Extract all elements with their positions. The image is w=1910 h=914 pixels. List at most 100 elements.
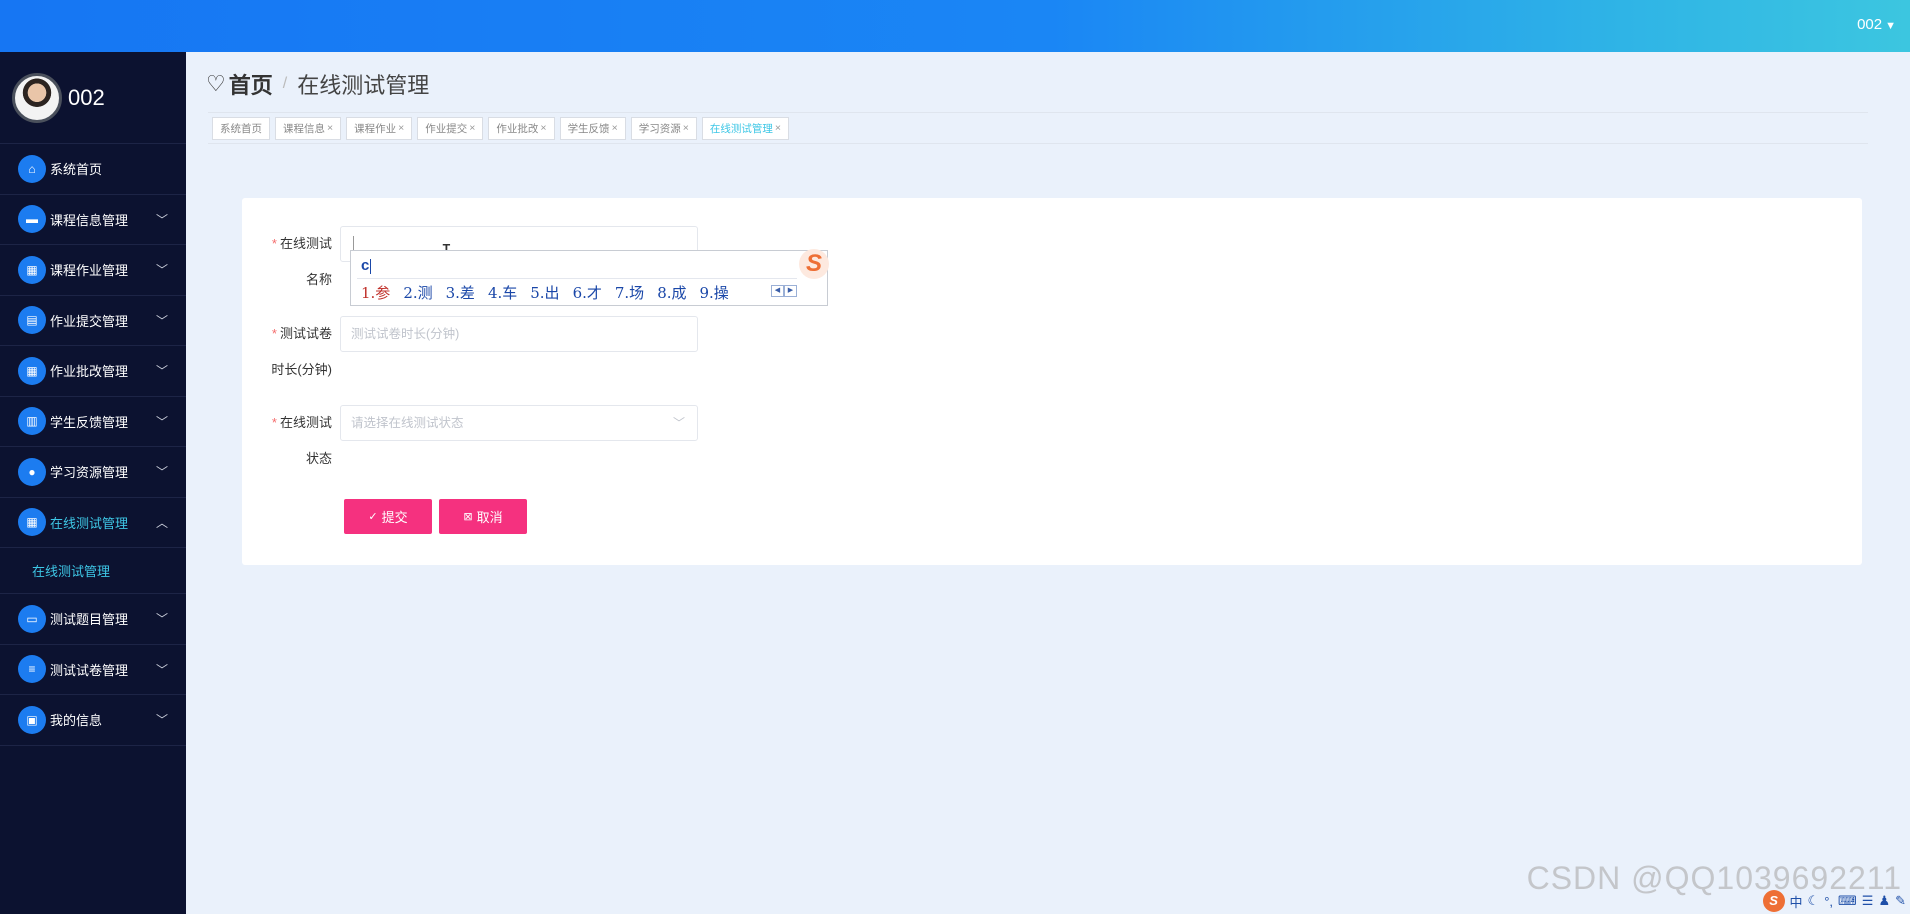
close-box-icon: ⊠ bbox=[463, 511, 473, 523]
ime-prev-icon[interactable]: ◀ bbox=[771, 285, 784, 297]
tag-student-feedback[interactable]: 学生反馈 × bbox=[559, 116, 626, 140]
check-icon: ✓ bbox=[368, 511, 378, 523]
sidebar-item-label: 测试题目管理 bbox=[50, 612, 129, 628]
sogou-logo-icon: S bbox=[799, 249, 829, 279]
sliders-icon: ≡ bbox=[18, 655, 46, 684]
close-icon[interactable]: × bbox=[469, 122, 475, 134]
ime-candidate[interactable]: 3.差 bbox=[446, 282, 475, 303]
sidebar-item-label: 学习资源管理 bbox=[50, 465, 129, 481]
sidebar-item-label: 系统首页 bbox=[50, 162, 103, 178]
breadcrumb-home[interactable]: 首页 bbox=[229, 68, 273, 100]
sidebar-item-label: 课程信息管理 bbox=[50, 212, 129, 228]
ime-page-nav: ◀ ▶ bbox=[771, 285, 797, 297]
wrench-icon[interactable]: ✎ bbox=[1895, 893, 1906, 909]
menu-icon[interactable]: ☰ bbox=[1862, 893, 1874, 909]
grid-icon: ▦ bbox=[18, 255, 46, 284]
chevron-down-icon: ﹀ bbox=[155, 662, 168, 677]
test-name-label-line2: 名称 bbox=[305, 272, 332, 287]
ime-toolbar: S 中 ☾ °, ⌨ ☰ ♟ ✎ bbox=[1730, 888, 1910, 914]
test-duration-input[interactable]: 测试试卷时长(分钟) bbox=[340, 316, 698, 352]
sogou-tray-icon[interactable]: S bbox=[1762, 890, 1785, 912]
window-icon: ▣ bbox=[18, 705, 46, 734]
profile: 002 bbox=[0, 52, 186, 144]
clipboard-icon: ▤ bbox=[18, 306, 46, 335]
test-duration-label: * 测试试卷 bbox=[271, 326, 332, 341]
chevron-down-icon: ﹀ bbox=[155, 414, 168, 429]
sidebar-item-label: 我的信息 bbox=[50, 713, 103, 729]
cancel-button[interactable]: ⊠ 取消 bbox=[439, 499, 527, 534]
sidebar-item-online-test[interactable]: ▦ 在线测试管理 ︿ bbox=[0, 498, 186, 548]
ime-candidate[interactable]: 6.才 bbox=[573, 282, 602, 303]
ime-caret bbox=[370, 258, 372, 274]
ime-candidate[interactable]: 2.测 bbox=[403, 282, 432, 303]
test-duration-label-line2: 时长(分钟) bbox=[271, 362, 332, 377]
ime-candidate[interactable]: 7.场 bbox=[615, 282, 644, 303]
ime-next-icon[interactable]: ▶ bbox=[784, 285, 797, 297]
ime-candidate[interactable]: 9.操 bbox=[700, 282, 729, 303]
tag-label: 学习资源 bbox=[638, 122, 681, 135]
ime-candidate-list: 1.参 2.测 3.差 4.车 5.出 6.才 7.场 8.成 9.操 bbox=[361, 282, 742, 303]
punctuation-icon[interactable]: °, bbox=[1824, 894, 1833, 909]
chevron-up-icon: ︿ bbox=[155, 515, 168, 530]
tag-course-info[interactable]: 课程信息 × bbox=[275, 116, 342, 140]
test-name-label: * 在线测试 bbox=[271, 236, 332, 251]
close-icon[interactable]: × bbox=[683, 122, 689, 134]
submit-button[interactable]: ✓ 提交 bbox=[344, 499, 432, 534]
tag-learning-resources[interactable]: 学习资源 × bbox=[630, 116, 697, 140]
sidebar-item-test-questions[interactable]: ▭ 测试题目管理 ﹀ bbox=[0, 594, 186, 645]
book-icon: ▥ bbox=[18, 407, 46, 436]
ime-divider bbox=[357, 278, 797, 279]
close-icon[interactable]: × bbox=[775, 122, 781, 134]
sidebar-item-homework-grading[interactable]: ▦ 作业批改管理 ﹀ bbox=[0, 346, 186, 397]
sidebar-item-student-feedback[interactable]: ▥ 学生反馈管理 ﹀ bbox=[0, 397, 186, 447]
chevron-down-icon: ﹀ bbox=[155, 612, 168, 626]
ime-candidate[interactable]: 8.成 bbox=[657, 282, 686, 303]
moon-icon[interactable]: ☾ bbox=[1808, 893, 1820, 909]
tag-online-test[interactable]: 在线测试管理 × bbox=[701, 116, 789, 140]
tag-label: 在线测试管理 bbox=[709, 122, 773, 135]
ime-candidate[interactable]: 4.车 bbox=[488, 282, 517, 303]
chevron-down-icon: ﹀ bbox=[155, 313, 168, 328]
grid-icon: ▦ bbox=[18, 508, 46, 537]
tag-label: 作业批改 bbox=[496, 122, 539, 135]
ime-candidate[interactable]: 5.出 bbox=[530, 282, 559, 303]
ime-candidate[interactable]: 1.参 bbox=[361, 282, 390, 303]
username-label: 002 bbox=[1857, 16, 1883, 33]
chevron-down-icon: ﹀ bbox=[155, 263, 168, 277]
ime-candidate-popup: c 1.参 2.测 3.差 4.车 5.出 6.才 7.场 8.成 9.操 ◀ … bbox=[350, 249, 829, 306]
sidebar: 002 ⌂ 系统首页 ▬ 课程信息管理 ﹀ ▦ 课程作业管理 ﹀ ▤ 作业提交管… bbox=[0, 52, 186, 914]
close-icon[interactable]: × bbox=[612, 122, 618, 134]
sidebar-item-learning-resources[interactable]: ● 学习资源管理 ﹀ bbox=[0, 447, 186, 498]
sidebar-item-my-info[interactable]: ▣ 我的信息 ﹀ bbox=[0, 695, 186, 746]
submenu-item-online-test[interactable]: 在线测试管理 bbox=[0, 548, 186, 594]
shirt-icon[interactable]: ♟ bbox=[1878, 893, 1890, 909]
sidebar-item-course-homework[interactable]: ▦ 课程作业管理 ﹀ bbox=[0, 245, 186, 296]
breadcrumb: ♡ 首页 / 在线测试管理 bbox=[206, 68, 429, 100]
tag-home[interactable]: 系统首页 bbox=[212, 116, 270, 140]
keyboard-icon[interactable]: ⌨ bbox=[1838, 893, 1857, 909]
test-duration-placeholder: 测试试卷时长(分钟) bbox=[351, 327, 460, 341]
sidebar-item-label: 在线测试管理 bbox=[50, 515, 129, 531]
test-status-select[interactable]: 请选择在线测试状态 ﹀ bbox=[340, 405, 698, 441]
close-icon[interactable]: × bbox=[398, 122, 404, 134]
sidebar-item-home[interactable]: ⌂ 系统首页 bbox=[0, 144, 186, 195]
sidebar-item-label: 学生反馈管理 bbox=[50, 414, 129, 430]
sidebar-item-label: 测试试卷管理 bbox=[50, 662, 129, 678]
tag-course-homework[interactable]: 课程作业 × bbox=[346, 116, 413, 140]
sidebar-item-homework-submit[interactable]: ▤ 作业提交管理 ﹀ bbox=[0, 296, 186, 346]
heart-icon: ♡ bbox=[206, 71, 226, 96]
user-menu[interactable]: 002 ▼ bbox=[1857, 16, 1896, 33]
lang-mode-toggle[interactable]: 中 bbox=[1790, 892, 1803, 911]
sidebar-item-label: 作业提交管理 bbox=[50, 313, 129, 329]
close-icon[interactable]: × bbox=[540, 122, 546, 134]
top-bar: 002 ▼ bbox=[0, 0, 1910, 52]
caret-down-icon: ▼ bbox=[1885, 20, 1896, 32]
close-icon[interactable]: × bbox=[327, 122, 333, 134]
sidebar-item-test-papers[interactable]: ≡ 测试试卷管理 ﹀ bbox=[0, 645, 186, 695]
tag-homework-grading[interactable]: 作业批改 × bbox=[488, 116, 555, 140]
briefcase-icon: ▬ bbox=[18, 205, 46, 234]
test-status-label: * 在线测试 bbox=[271, 415, 332, 430]
sidebar-item-course-info[interactable]: ▬ 课程信息管理 ﹀ bbox=[0, 195, 186, 245]
tag-homework-submit[interactable]: 作业提交 × bbox=[417, 116, 484, 140]
profile-name: 002 bbox=[68, 84, 105, 110]
